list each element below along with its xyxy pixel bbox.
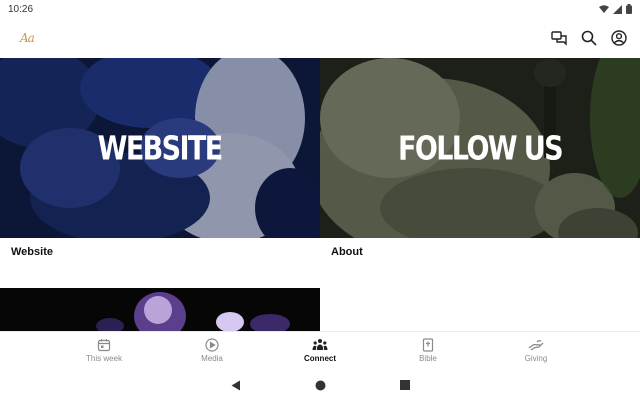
bible-icon [422, 338, 434, 352]
nav-giving[interactable]: Giving [501, 338, 571, 363]
nav-bible[interactable]: Bible [393, 338, 463, 363]
calendar-icon [97, 339, 111, 352]
website-tile[interactable]: WEBSITE [0, 58, 320, 238]
worship-tile[interactable] [0, 288, 320, 332]
status-bar: 10:26 [0, 0, 640, 18]
wifi-icon [599, 4, 609, 13]
account-icon[interactable] [610, 29, 628, 47]
nav-media-label: Media [201, 354, 223, 363]
worship-tile-image [0, 288, 320, 332]
battery-icon [626, 4, 632, 14]
app-bar: Aa [0, 18, 640, 58]
follow-us-tile-caption[interactable]: About [331, 246, 363, 258]
status-icons [599, 4, 632, 14]
nav-connect-label: Connect [304, 354, 336, 363]
nav-this-week[interactable]: This week [69, 338, 139, 363]
website-tile-title: WEBSITE [97, 128, 224, 168]
nav-bible-label: Bible [419, 354, 437, 363]
bottom-navigation: This week Media Connect Bible Giving [0, 331, 640, 369]
follow-us-tile[interactable]: FOLLOW US [320, 58, 640, 238]
app-logo[interactable]: Aa [20, 31, 35, 45]
nav-giving-label: Giving [524, 354, 548, 363]
signal-icon [613, 4, 622, 14]
nav-media[interactable]: Media [177, 338, 247, 363]
play-circle-icon [205, 338, 219, 352]
app-screen: 10:26 Aa WEBSITE Website FOLLOW US About… [0, 0, 640, 400]
recents-icon[interactable] [399, 380, 410, 390]
follow-us-tile-title: FOLLOW US [397, 128, 564, 168]
system-navigation-bar [0, 370, 640, 400]
people-icon [312, 339, 328, 350]
search-icon[interactable] [580, 29, 598, 47]
status-time: 10:26 [8, 3, 34, 15]
website-tile-caption[interactable]: Website [11, 246, 53, 258]
nav-this-week-label: This week [85, 354, 122, 363]
messages-icon[interactable] [550, 29, 568, 47]
giving-hand-icon [528, 340, 544, 351]
nav-connect[interactable]: Connect [285, 338, 355, 363]
back-icon[interactable] [231, 380, 241, 391]
app-bar-actions [550, 29, 628, 47]
home-icon[interactable] [315, 380, 326, 391]
